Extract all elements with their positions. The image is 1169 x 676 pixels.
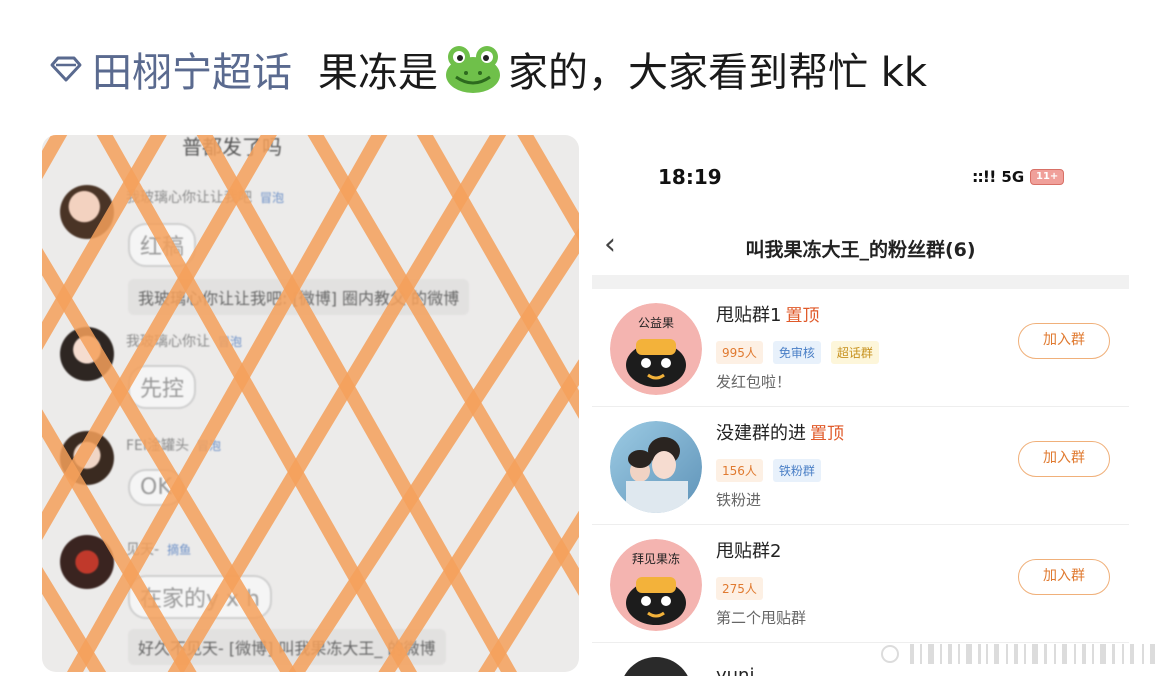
group-row-3[interactable]: 拜见果冻 甩贴群2 275人 第二个甩贴群 加入群 (592, 525, 1129, 643)
group-avatar-4-partial (620, 657, 692, 676)
group-name-2-text: 没建群的进 (716, 423, 806, 444)
status-bar: 18:19 ::!! 5G 11+ (592, 165, 1129, 195)
group-avatar-3: 拜见果冻 (610, 539, 702, 631)
member-count-badge: 995人 (716, 341, 763, 364)
group-name-1: 甩贴群1 置顶 (716, 301, 819, 327)
network-label: 5G (1001, 167, 1025, 186)
group-tags-3: 275人 (716, 577, 763, 600)
supertopic-name[interactable]: 田栩宁超话 (92, 40, 292, 98)
group-desc-3: 第二个甩贴群 (716, 609, 807, 627)
group-name-4-partial: yuni (716, 665, 755, 676)
member-count-badge: 275人 (716, 577, 763, 600)
no-review-badge: 免审核 (772, 341, 821, 364)
post-text-before: 果冻是 (318, 50, 438, 96)
iron-fan-badge: 铁粉群 (772, 459, 821, 482)
supertopic-diamond-icon (50, 56, 82, 82)
group-tags-2: 156人 铁粉群 (716, 459, 821, 482)
status-time: 18:19 (658, 165, 722, 189)
group-row-1[interactable]: 公益果 甩贴群1 置顶 995人 免审核 超话群 发红包啦！ 加入群 (592, 289, 1129, 407)
group-name-3: 甩贴群2 (716, 537, 781, 563)
group-avatar-2 (610, 421, 702, 513)
section-divider (592, 275, 1129, 289)
supertopic-link[interactable]: 田栩宁超话 (46, 40, 292, 98)
group-tags-1: 995人 免审核 超话群 (716, 341, 879, 364)
group-name-2: 没建群的进 置顶 (716, 419, 844, 445)
group-desc-1: 发红包啦！ (716, 373, 792, 391)
left-screenshot-image[interactable]: 普都发了吗 我玻璃心你让让我吧 冒泡 红稿 我玻璃心你让让我吧: [微博] 圈内教… (42, 135, 579, 672)
phone-screenshot: 18:19 ::!! 5G 11+ ‹ 叫我果冻大王_的粉丝群(6) 公益果 甩… (592, 135, 1129, 676)
group-name-3-text: 甩贴群2 (716, 541, 782, 562)
group-row-2[interactable]: 没建群的进 置顶 156人 铁粉群 铁粉进 加入群 (592, 407, 1129, 525)
group-avatar-1-text: 公益果 (638, 316, 674, 330)
post-text-after: 家的，大家看到帮忙 kk (508, 50, 928, 96)
nav-bar: ‹ 叫我果冻大王_的粉丝群(6) (592, 223, 1129, 273)
watermark-barcode-icon (881, 644, 1155, 664)
group-avatar-1: 公益果 (610, 303, 702, 395)
group-pin-2: 置顶 (810, 424, 844, 444)
member-count-badge: 156人 (716, 459, 763, 482)
battery-icon: 11+ (1030, 168, 1065, 185)
post-header: 田栩宁超话 果冻是 家的，大家看到帮忙 kk (46, 38, 927, 100)
group-name-1-text: 甩贴群1 (716, 305, 782, 326)
supertopic-group-badge: 超话群 (830, 341, 879, 364)
post-text: 果冻是 家的，大家看到帮忙 kk (318, 40, 927, 98)
group-avatar-3-text: 拜见果冻 (632, 551, 680, 566)
join-group-button-2[interactable]: 加入群 (1018, 441, 1110, 477)
join-group-button-1[interactable]: 加入群 (1018, 323, 1110, 359)
status-right: ::!! 5G 11+ (972, 167, 1065, 186)
group-pin-1: 置顶 (785, 306, 820, 326)
page-title: 叫我果冻大王_的粉丝群(6) (745, 239, 976, 261)
signal-icon: ::!! (972, 167, 996, 186)
join-group-button-3[interactable]: 加入群 (1018, 559, 1110, 595)
orange-stripe-overlay (42, 135, 579, 672)
frog-emoji-icon (446, 46, 500, 93)
group-desc-2: 铁粉进 (716, 491, 762, 509)
